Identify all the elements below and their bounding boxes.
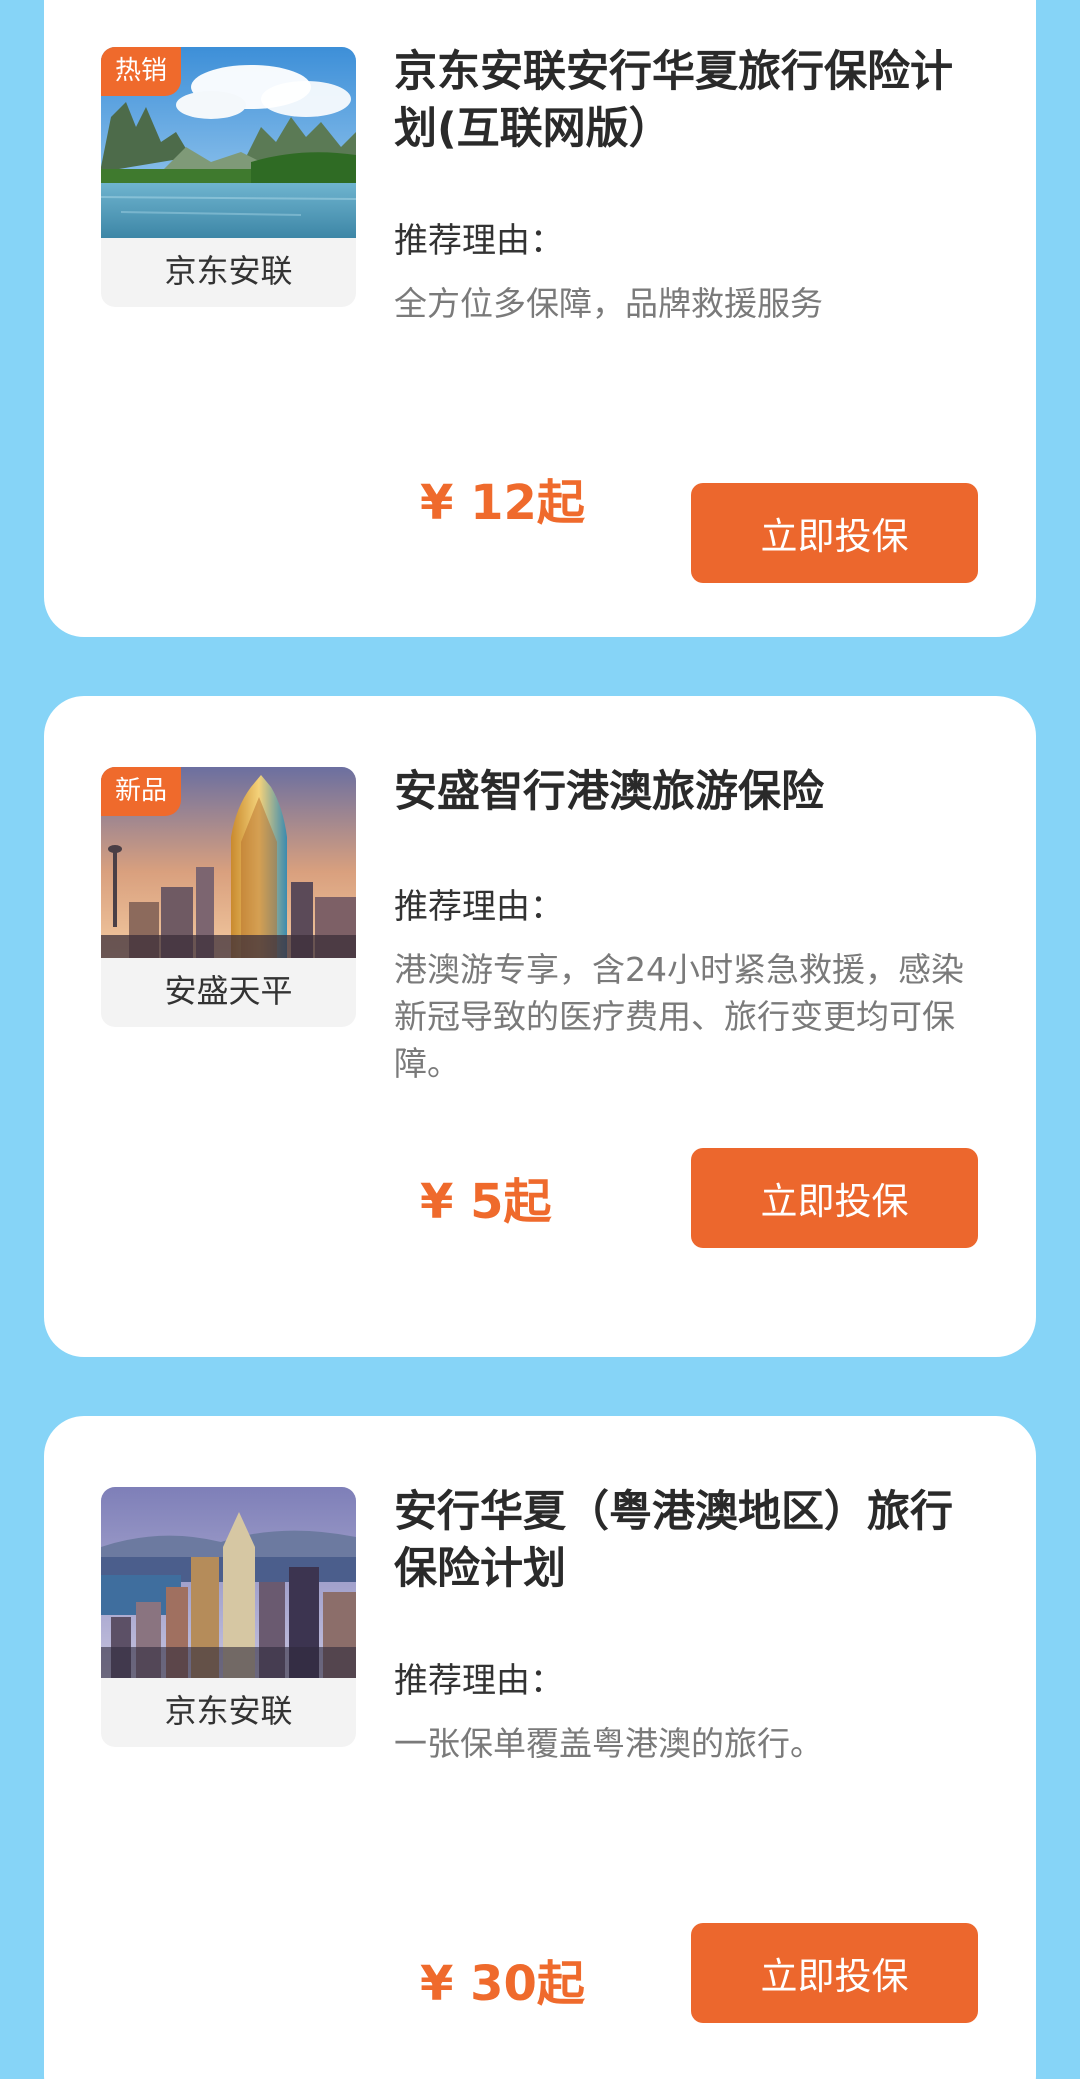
product-card[interactable]: 热销 京东安联 京东安联安行华夏旅行保险计划(互联网版） 推荐理由： 全方位多保…	[44, 0, 1036, 637]
macau-skyline-image: 新品	[101, 767, 356, 958]
buy-now-button[interactable]: 立即投保	[691, 1148, 978, 1248]
reason-label: 推荐理由：	[394, 221, 564, 261]
price-label: ¥ 5起	[420, 1174, 552, 1230]
product-thumbnail[interactable]: 新品 安盛天平	[101, 767, 356, 1027]
provider-name: 京东安联	[164, 1692, 293, 1730]
provider-name: 安盛天平	[164, 972, 293, 1010]
hongkong-skyline-image	[101, 1487, 356, 1678]
guilin-landscape-image: 热销	[101, 47, 356, 238]
price-label: ¥ 30起	[420, 1956, 585, 2012]
product-thumbnail[interactable]: 京东安联	[101, 1487, 356, 1747]
product-title[interactable]: 安行华夏（粤港澳地区）旅行保险计划	[394, 1484, 994, 1598]
buy-now-button[interactable]: 立即投保	[691, 1923, 978, 2023]
reason-label: 推荐理由：	[394, 887, 564, 927]
product-title[interactable]: 京东安联安行华夏旅行保险计划(互联网版）	[394, 44, 994, 158]
new-product-badge: 新品	[101, 767, 182, 816]
provider-name: 京东安联	[164, 252, 293, 290]
reason-label: 推荐理由：	[394, 1661, 564, 1701]
product-card[interactable]: 新品 安盛天平 安盛智行港澳旅游保险 推荐理由： 港澳游专享，含24小时紧急救援…	[44, 696, 1036, 1357]
product-card[interactable]: 京东安联 安行华夏（粤港澳地区）旅行保险计划 推荐理由： 一张保单覆盖粤港澳的旅…	[44, 1416, 1036, 2079]
reason-text: 全方位多保障，品牌救援服务	[394, 284, 823, 323]
reason-text: 港澳游专享，含24小时紧急救援，感染新冠导致的医疗费用、旅行变更均可保障。	[394, 950, 964, 1083]
price-label: ¥ 12起	[420, 475, 585, 531]
hot-sale-badge: 热销	[101, 47, 182, 96]
reason-text: 一张保单覆盖粤港澳的旅行。	[394, 1724, 823, 1763]
product-thumbnail[interactable]: 热销 京东安联	[101, 47, 356, 307]
product-title[interactable]: 安盛智行港澳旅游保险	[394, 764, 994, 821]
buy-now-button[interactable]: 立即投保	[691, 483, 978, 583]
